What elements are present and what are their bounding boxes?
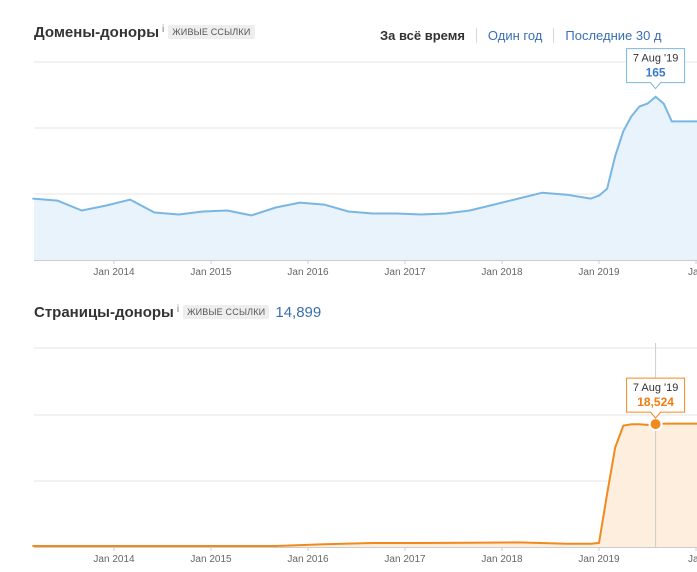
tooltip-date: 7 Aug '19 <box>633 53 679 65</box>
x-tick-label: Jan <box>688 554 697 565</box>
x-tick-label: Jan 2016 <box>287 554 329 565</box>
x-tick-label: Jan 2018 <box>481 554 523 565</box>
x-tick-label: Jan 2019 <box>578 554 620 565</box>
x-tick-label: Jan 2014 <box>93 554 135 565</box>
tooltip-value: 165 <box>646 66 666 80</box>
hover-marker <box>648 417 663 432</box>
domains-chart[interactable]: Jan 2014 Jan 2015 Jan 2016 Jan 2017 Jan 2018… <box>0 0 697 290</box>
tooltip: 7 Aug '19165 <box>626 48 686 90</box>
x-tick-label: Jan 2017 <box>384 554 426 565</box>
x-tick-label: Jan 2019 <box>578 267 620 278</box>
x-tick-label: Jan 2015 <box>190 267 232 278</box>
x-tick-label: Jan <box>688 267 697 278</box>
x-tick-label: Jan 2015 <box>190 554 232 565</box>
series-line <box>32 422 697 547</box>
pages-chart[interactable]: Jan 2014 Jan 2015 Jan 2016 Jan 2017 Jan 2018… <box>0 290 697 572</box>
x-tick-label: Jan 2016 <box>287 267 329 278</box>
x-tick-label: Jan 2018 <box>481 267 523 278</box>
tooltip-value: 18,524 <box>637 395 674 409</box>
series-area <box>33 423 697 547</box>
tooltip: 7 Aug '1918,524 <box>626 377 686 419</box>
x-tick-label: Jan 2017 <box>384 267 426 278</box>
series-area <box>33 96 697 260</box>
tooltip-date: 7 Aug '19 <box>633 382 679 394</box>
x-tick-label: Jan 2014 <box>93 267 135 278</box>
